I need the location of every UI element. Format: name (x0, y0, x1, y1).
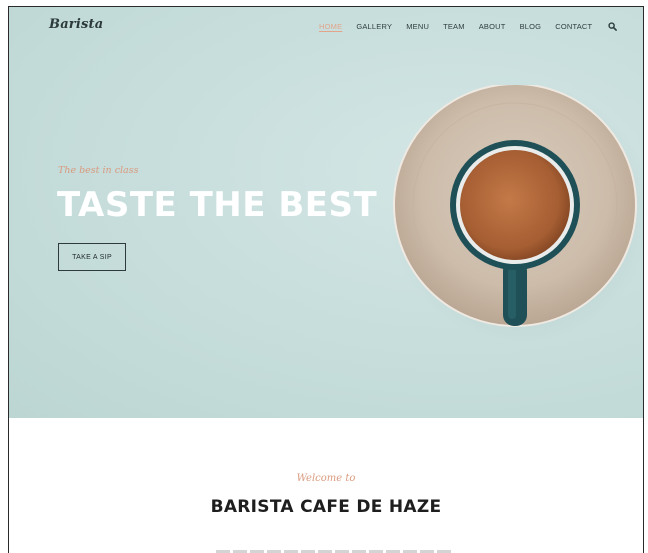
nav-item-contact[interactable]: CONTACT (555, 22, 592, 31)
main-nav: HOME GALLERY MENU TEAM ABOUT BLOG CONTAC… (319, 22, 618, 31)
coffee-surface (460, 150, 570, 260)
nav-item-gallery[interactable]: GALLERY (356, 22, 392, 31)
section-title: BARISTA CAFE DE HAZE (210, 497, 442, 517)
site-logo[interactable]: Barista (49, 17, 103, 32)
page-frame: Barista HOME GALLERY MENU TEAM ABOUT BLO… (8, 6, 644, 553)
nav-item-home[interactable]: HOME (319, 22, 342, 31)
nav-item-blog[interactable]: BLOG (520, 22, 542, 31)
take-a-sip-button[interactable]: TAKE A SIP (58, 243, 126, 271)
welcome-kicker: Welcome to (296, 473, 356, 484)
nav-item-about[interactable]: ABOUT (479, 22, 506, 31)
hero-tagline: The best in class (58, 165, 139, 176)
coffee-cup-image (389, 85, 643, 343)
nav-item-menu[interactable]: MENU (406, 22, 429, 31)
hero-section: Barista HOME GALLERY MENU TEAM ABOUT BLO… (9, 7, 643, 418)
hero-title: TASTE THE BEST (57, 185, 378, 225)
nav-item-team[interactable]: TEAM (443, 22, 465, 31)
search-icon[interactable] (608, 22, 618, 31)
